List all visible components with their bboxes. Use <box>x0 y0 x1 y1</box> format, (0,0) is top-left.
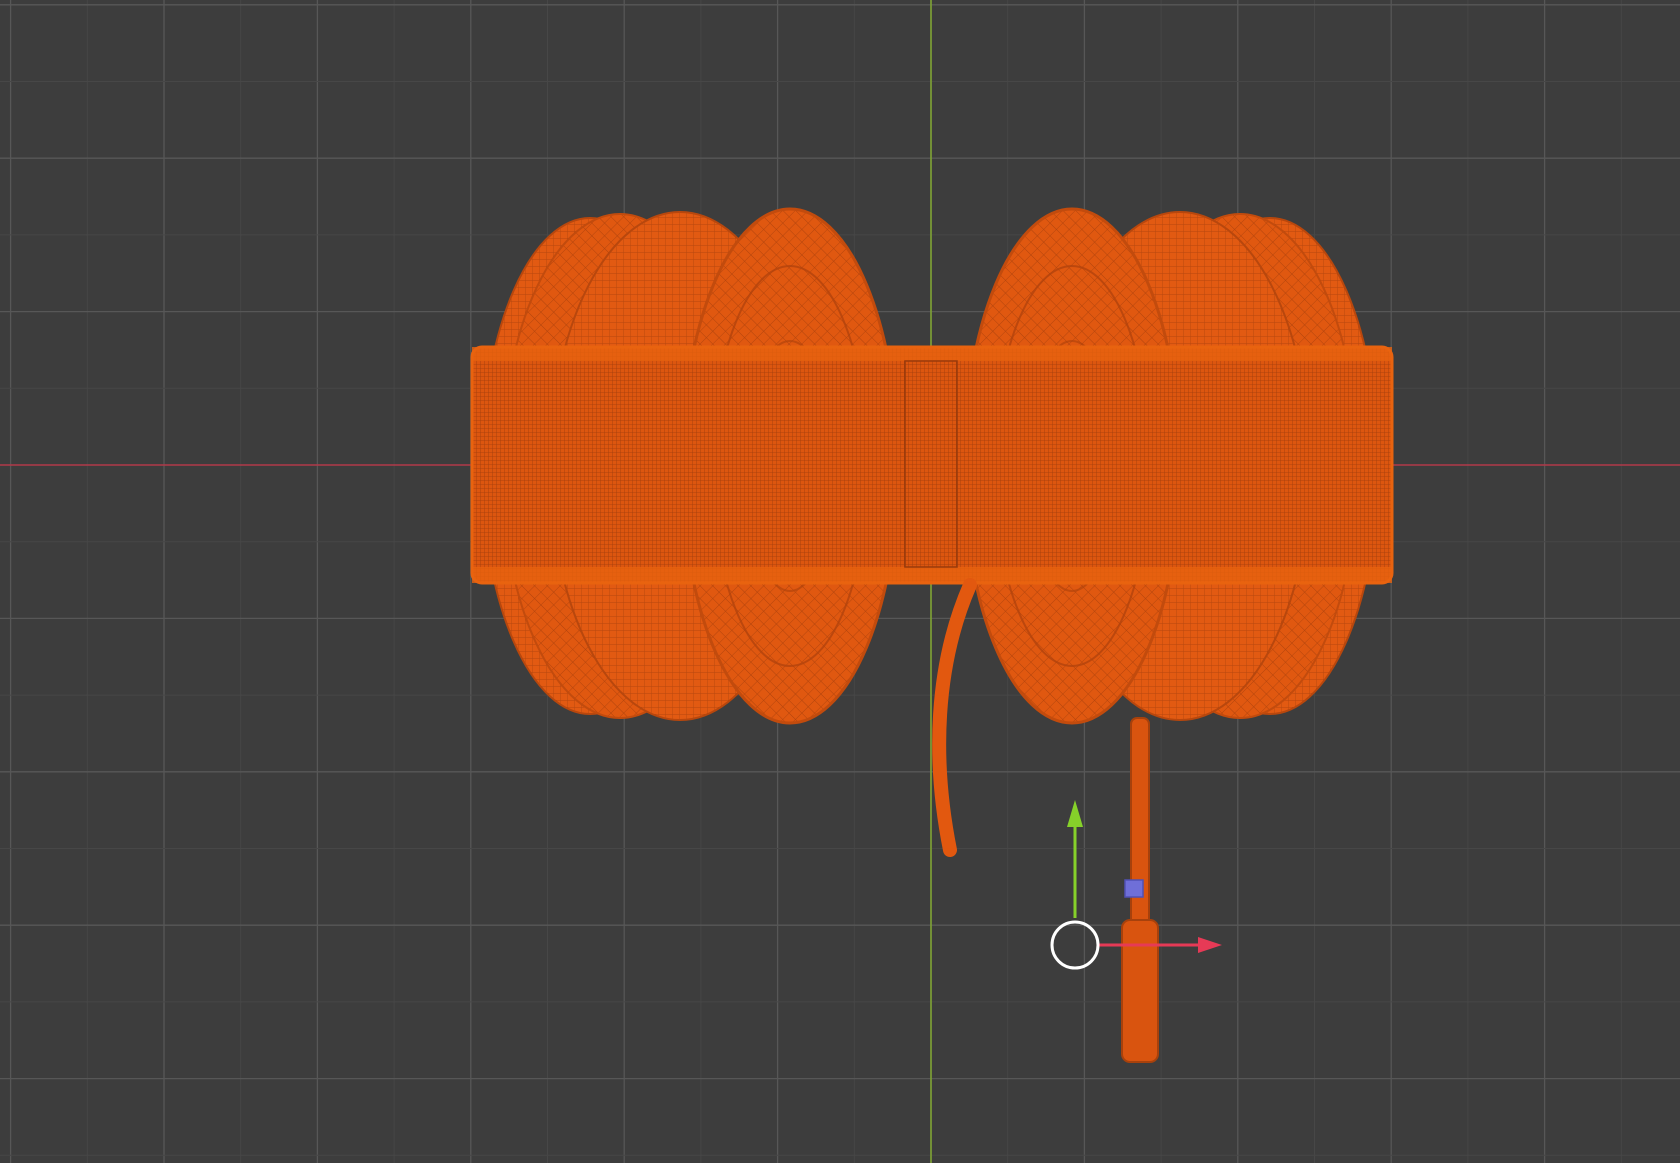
headphone-cable[interactable] <box>932 578 977 857</box>
y-arrow-icon[interactable] <box>1067 800 1083 918</box>
xy-plane-handle-icon[interactable] <box>1124 879 1144 898</box>
3d-viewport[interactable] <box>0 0 1680 1163</box>
x-arrow-icon[interactable] <box>1099 937 1222 953</box>
headphones-model[interactable] <box>470 207 1394 1063</box>
viewport-canvas[interactable] <box>0 0 1680 1163</box>
headband[interactable] <box>470 345 1394 585</box>
pivot-circle-icon[interactable] <box>1050 920 1100 970</box>
